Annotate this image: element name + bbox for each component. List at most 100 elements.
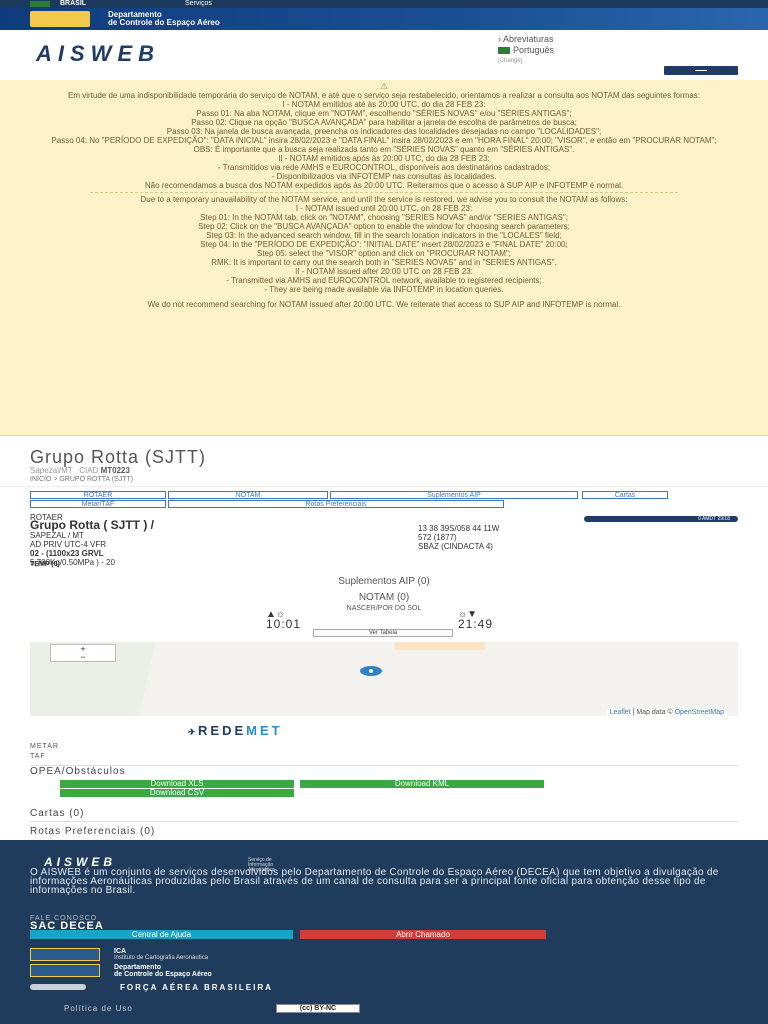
- leaflet-link[interactable]: Leaflet: [610, 709, 631, 716]
- download-xls-button[interactable]: Download XLS: [60, 780, 294, 788]
- brazil-flag-icon: [498, 47, 510, 55]
- notice-line: II - NOTAM issued after 20:00 UTC on 28 …: [295, 267, 473, 276]
- rotaer-elevation: 572 (1877): [418, 533, 457, 542]
- notice-en-final: We do not recommend searching for NOTAM …: [147, 300, 621, 309]
- notam-count: NOTAM (0): [358, 592, 410, 603]
- notice-line: - They are being made available via INFO…: [264, 285, 504, 294]
- notice-pt-final: Não recomendamos a busca dos NOTAM exped…: [144, 181, 624, 190]
- redemet-logo[interactable]: ✈ REDEMET: [188, 724, 588, 738]
- amdt-badge: 0 AMDT 29/18: [584, 516, 738, 522]
- tab-suplementos-aip[interactable]: Suplementos AIP: [330, 491, 578, 499]
- tab-rotaer[interactable]: ROTAER: [30, 491, 166, 499]
- rotaer-city: SAPEZAL / MT: [30, 531, 84, 540]
- fab-link[interactable]: FORÇA AÉREA BRASILEIRA: [120, 983, 273, 992]
- notice-line: Due to a temporary unavailability of the…: [140, 195, 628, 204]
- ica-emblem-icon: [30, 948, 100, 961]
- notice-english: Due to a temporary unavailability of the…: [30, 195, 738, 294]
- aerodrome-subtitle: Sapezal/MT CIAD MT0223: [30, 466, 130, 475]
- rotaer-details: Grupo Rotta ( SJTT ) / SAPEZAL / MT AD P…: [30, 518, 410, 567]
- sun-times: ▲☼ 10:01 ☼▼ 21:49: [262, 607, 532, 631]
- map-pin-icon[interactable]: [360, 666, 382, 676]
- rotaer-strength: 5.700Kg/0.50MPa ) - 20: [30, 558, 115, 567]
- gov-label[interactable]: BRASIL: [60, 0, 86, 8]
- rotaer-runway: 02 - (1100x23 GRVL: [30, 549, 104, 558]
- temp-count: TEMP (0): [30, 561, 60, 568]
- metar-label: METAR: [30, 743, 59, 750]
- osm-link[interactable]: OpenStreetMap: [675, 709, 724, 716]
- notice-line: Passo 02: Clique na opção "BUSCA AVANÇAD…: [191, 118, 577, 127]
- aisweb-logo[interactable]: AISWEB: [36, 42, 476, 66]
- sunset-time: 21:49: [458, 617, 494, 631]
- page: BRASIL Serviços Departamento de Controle…: [0, 0, 768, 1024]
- download-kml-button[interactable]: Download KML: [300, 780, 544, 788]
- decea-emblem-icon: [30, 964, 100, 977]
- notice-line: - Transmitidos via rede AMHS e EUROCONTR…: [217, 163, 551, 172]
- sunrise-time: 10:01: [266, 617, 302, 631]
- notam-notice: ⚠ Em virtude de uma indisponibilidade te…: [0, 80, 768, 436]
- notice-line: - Transmitted via AMHS and EUROCONTROL n…: [226, 276, 542, 285]
- tab-notam[interactable]: NOTAM: [168, 491, 328, 499]
- decea-name[interactable]: Departamento de Controle do Espaço Aéreo: [108, 11, 220, 27]
- zoom-out-button[interactable]: −: [51, 653, 115, 662]
- notice-line: Step 04: In the "PERÍODO DE EXPEDIÇÃO": …: [200, 240, 568, 249]
- rotaer-region: SBAZ (CINDACTA 4): [418, 542, 493, 551]
- map-attribution: Leaflet | Map data © OpenStreetMap: [605, 709, 728, 716]
- aerodrome-header: Grupo Rotta (SJTT) Sapezal/MT CIAD MT022…: [0, 445, 768, 487]
- notice-line: Step 01: In the NOTAM tab, click on "NOT…: [200, 213, 568, 222]
- sup-aip-count: Suplementos AIP (0): [338, 576, 430, 587]
- policy-link[interactable]: Política de Uso: [64, 1004, 133, 1013]
- notice-line: Passo 04: No "PERÍODO DE EXPEDIÇÃO": "DA…: [51, 136, 717, 145]
- map-road: [395, 642, 485, 650]
- tab-metar-taf[interactable]: Metar/TAF: [30, 500, 166, 508]
- services-link[interactable]: Serviços: [185, 0, 212, 8]
- notice-line: Step 03: In the advanced search window, …: [206, 231, 562, 240]
- header-links: › Abreviaturas Português [Change]: [498, 34, 554, 67]
- divider: [30, 821, 738, 822]
- creative-commons-badge[interactable]: (cc) BY-NC: [276, 1004, 360, 1013]
- rotaer-name: Grupo Rotta ( SJTT ) /: [30, 518, 154, 532]
- notice-divider: [90, 192, 678, 193]
- open-ticket-button[interactable]: Abrir Chamado: [300, 930, 546, 939]
- page-title: Grupo Rotta (SJTT): [30, 447, 207, 467]
- notice-line: Step 02: Click on the "BUSCA AVANÇADA" o…: [198, 222, 570, 231]
- rotaer-location: 13 38 39S/058 44 11W 572 (1877) SBAZ (CI…: [418, 524, 499, 551]
- footer: AISWEB Serviço de Informação Aeronáutica…: [0, 840, 768, 1024]
- language-link[interactable]: Português: [498, 45, 554, 56]
- taf-label: TAF: [30, 753, 46, 760]
- change-language-link[interactable]: [Change]: [498, 56, 554, 67]
- rotaer-type: AD PRIV UTC-4 VFR: [30, 540, 107, 549]
- notice-line: Em virtude de uma indisponibilidade temp…: [67, 91, 700, 100]
- notice-line: I - NOTAM issued until 20:00 UTC, on 28 …: [295, 204, 473, 213]
- decea-header: Departamento de Controle do Espaço Aéreo: [0, 8, 768, 30]
- abbreviations-link[interactable]: › Abreviaturas: [498, 34, 554, 45]
- notice-line: Passo 01: Na aba NOTAM, clique em "NOTAM…: [196, 109, 572, 118]
- breadcrumb[interactable]: INÍCIO > GRUPO ROTTA (SJTT): [30, 476, 133, 483]
- opea-title: OPEA/Obstáculos: [30, 766, 126, 777]
- warning-icon: ⚠: [379, 81, 389, 91]
- footer-description: O AISWEB é um conjunto de serviços desen…: [30, 867, 719, 896]
- tab-rotas-preferenciais[interactable]: Rotas Preferenciais: [168, 500, 504, 508]
- cartas-count: Cartas (0): [30, 808, 85, 819]
- aisweb-header: AISWEB › Abreviaturas Português [Change]: [0, 30, 768, 78]
- metar-taf-block: METAR TAF: [30, 742, 59, 762]
- notice-line: RMK: It is important to carry out the se…: [211, 258, 557, 267]
- fab-wings-icon: [30, 984, 86, 990]
- brazil-flag-icon: [30, 1, 50, 7]
- rotaer-coords: 13 38 39S/058 44 11W: [418, 524, 500, 533]
- gov-bar: BRASIL Serviços: [0, 0, 768, 8]
- view-table-button[interactable]: Ver Tabela: [313, 629, 453, 637]
- help-center-button[interactable]: Central de Ajuda: [30, 930, 293, 939]
- menu-button[interactable]: [664, 66, 738, 75]
- download-csv-button[interactable]: Download CSV: [60, 789, 294, 797]
- hamburger-icon: [695, 70, 707, 71]
- tab-cartas[interactable]: Cartas: [582, 491, 668, 499]
- notice-portuguese: Em virtude de uma indisponibilidade temp…: [30, 91, 738, 181]
- map[interactable]: + − Leaflet | Map data © OpenStreetMap: [30, 642, 738, 716]
- rotas-count: Rotas Preferenciais (0): [30, 826, 156, 837]
- notice-line: OBS: É importante que a busca seja reali…: [193, 145, 575, 154]
- notice-line: Passo 03: Na janela de busca avançada, p…: [166, 127, 602, 136]
- notice-line: Step 05: select the "VISOR" option and c…: [257, 249, 511, 258]
- plane-icon: ✈: [188, 727, 199, 737]
- aerodrome-tabs: ROTAER NOTAM Suplementos AIP Cartas Meta…: [30, 491, 670, 509]
- divider: [30, 765, 738, 766]
